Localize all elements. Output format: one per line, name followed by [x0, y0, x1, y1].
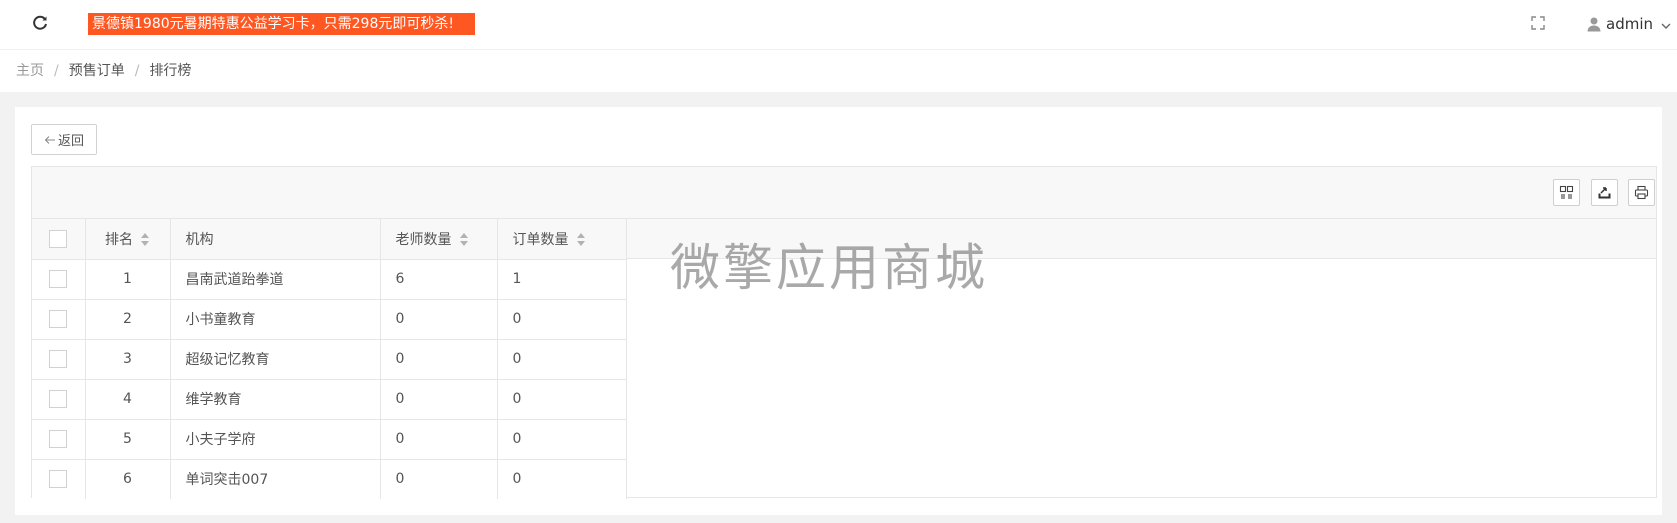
chevron-down-icon	[1660, 18, 1672, 30]
orders-cell: 0	[497, 379, 627, 420]
rank-cell: 5	[85, 419, 171, 460]
breadcrumb-home[interactable]: 主页	[16, 61, 44, 81]
org-cell: 小书童教育	[170, 299, 381, 340]
column-header-org: 机构	[170, 219, 381, 260]
select-all-cell	[32, 219, 86, 260]
orders-cell: 1	[497, 259, 627, 300]
columns-filter-button[interactable]	[1553, 179, 1580, 206]
row-select-cell	[32, 339, 86, 380]
announcement-banner[interactable]: 景德镇1980元暑期特惠公益学习卡，只需298元即可秒杀!	[88, 13, 475, 35]
column-label: 老师数量	[395, 231, 452, 248]
teachers-cell: 0	[380, 459, 498, 499]
fullscreen-icon[interactable]	[1530, 15, 1546, 31]
row-checkbox[interactable]	[49, 470, 68, 489]
org-cell: 小夫子学府	[170, 419, 381, 460]
orders-cell: 0	[497, 419, 627, 460]
column-header-rank[interactable]: 排名	[85, 219, 171, 260]
table-row: 3 超级记忆教育 0 0	[32, 339, 627, 380]
table-header-row: 排名 机构 老师数量 订单数量	[32, 219, 627, 260]
org-cell: 昌南武道跆拳道	[170, 259, 381, 300]
table-row: 4 维学教育 0 0	[32, 379, 627, 420]
rank-cell: 3	[85, 339, 171, 380]
column-header-orders[interactable]: 订单数量	[497, 219, 627, 260]
table-row: 5 小夫子学府 0 0	[32, 419, 627, 460]
rank-cell: 6	[85, 459, 171, 499]
table-row: 6 单词突击007 0 0	[32, 459, 627, 499]
row-select-cell	[32, 379, 86, 420]
row-select-cell	[32, 299, 86, 340]
content-card: 返回 排名 机构 老师数量 订单数量 1 昌南武道跆拳道 6 1 2 小书童教育…	[15, 107, 1662, 515]
export-button[interactable]	[1591, 179, 1618, 206]
row-checkbox[interactable]	[49, 270, 68, 288]
row-checkbox[interactable]	[49, 390, 68, 408]
teachers-cell: 0	[380, 339, 498, 380]
row-select-cell	[32, 459, 86, 499]
data-table: 排名 机构 老师数量 订单数量 1 昌南武道跆拳道 6 1 2 小书童教育 0 …	[31, 166, 1657, 499]
row-select-cell	[32, 419, 86, 460]
row-checkbox[interactable]	[49, 430, 68, 448]
column-label: 机构	[185, 231, 214, 248]
refresh-icon[interactable]	[31, 14, 49, 32]
sort-icon[interactable]	[141, 233, 150, 247]
export-icon	[1598, 187, 1611, 199]
user-icon	[1586, 16, 1602, 32]
breadcrumb-separator: /	[54, 63, 59, 79]
arrow-left-icon	[44, 135, 55, 144]
orders-cell: 0	[497, 459, 627, 499]
back-button-label: 返回	[57, 134, 84, 149]
user-menu[interactable]: admin	[1586, 13, 1672, 35]
watermark-text: 微擎应用商城	[670, 239, 988, 297]
teachers-cell: 0	[380, 299, 498, 340]
teachers-cell: 0	[380, 379, 498, 420]
top-header: 景德镇1980元暑期特惠公益学习卡，只需298元即可秒杀! admin	[0, 0, 1677, 50]
breadcrumb-bar: 主页 / 预售订单 / 排行榜	[0, 50, 1677, 92]
print-icon	[1634, 185, 1649, 200]
select-all-checkbox[interactable]	[49, 229, 68, 248]
rank-cell: 1	[85, 259, 171, 300]
columns-icon	[1559, 185, 1574, 199]
rank-cell: 4	[85, 379, 171, 420]
row-checkbox[interactable]	[49, 350, 68, 368]
org-cell: 单词突击007	[170, 459, 381, 499]
org-cell: 超级记忆教育	[170, 339, 381, 380]
org-cell: 维学教育	[170, 379, 381, 420]
teachers-cell: 0	[380, 419, 498, 460]
column-header-teachers[interactable]: 老师数量	[380, 219, 498, 260]
row-checkbox[interactable]	[49, 310, 68, 328]
breadcrumb-current: 排行榜	[149, 63, 192, 79]
table-row: 1 昌南武道跆拳道 6 1	[32, 259, 627, 300]
back-button[interactable]: 返回	[31, 124, 97, 155]
table-row: 2 小书童教育 0 0	[32, 299, 627, 340]
table-toolbar	[32, 167, 1656, 219]
print-button[interactable]	[1628, 179, 1655, 206]
column-label: 订单数量	[512, 231, 569, 248]
sort-icon[interactable]	[459, 233, 469, 247]
breadcrumb: 主页 / 预售订单 / 排行榜	[16, 61, 191, 81]
row-select-cell	[32, 259, 86, 300]
rank-cell: 2	[85, 299, 171, 340]
column-label: 排名	[105, 231, 133, 248]
orders-cell: 0	[497, 339, 627, 380]
breadcrumb-separator: /	[134, 63, 140, 79]
breadcrumb-presale-orders[interactable]: 预售订单	[69, 61, 125, 81]
ranking-table: 排名 机构 老师数量 订单数量 1 昌南武道跆拳道 6 1 2 小书童教育 0 …	[32, 219, 627, 499]
username-label: admin	[1606, 15, 1653, 33]
teachers-cell: 6	[380, 259, 498, 300]
orders-cell: 0	[497, 299, 627, 340]
sort-icon[interactable]	[576, 233, 586, 247]
